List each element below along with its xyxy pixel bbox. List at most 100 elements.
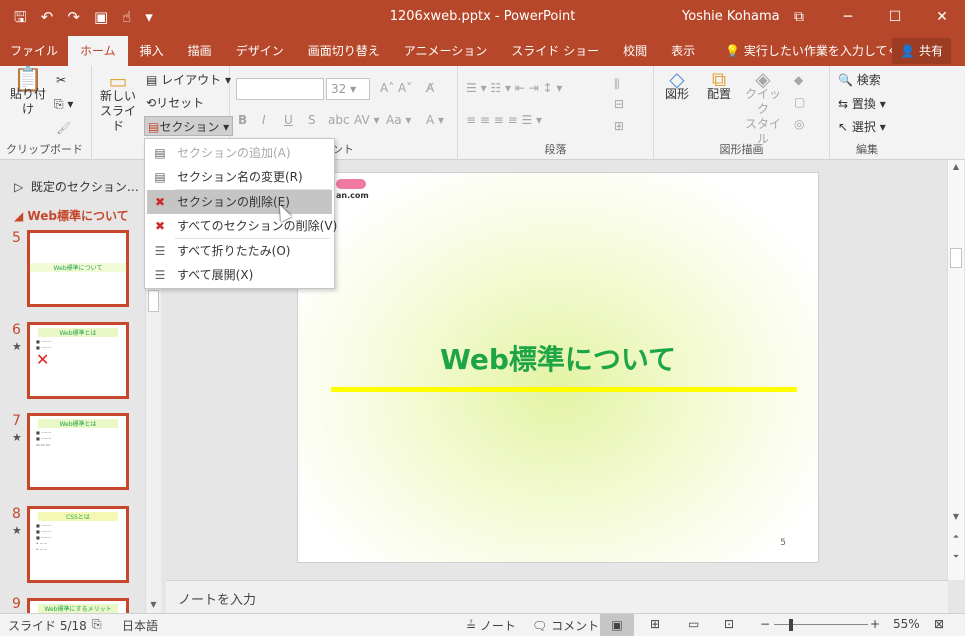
tab-design[interactable]: デザイン	[224, 36, 296, 66]
menu-item-remove-section[interactable]: ✖ セクションの削除(E)	[147, 190, 332, 214]
tab-slideshow[interactable]: スライド ショー	[499, 36, 611, 66]
slide-thumbnail-6[interactable]: Web標準とは ■ ········ ■ ········ ✕	[27, 322, 129, 399]
arrange-button[interactable]: ⧉ 配置	[702, 69, 736, 102]
clear-format-icon[interactable]: A̸	[426, 78, 434, 98]
smartart-icon[interactable]: ⊞	[614, 116, 624, 136]
prev-slide-icon[interactable]: ⏶	[948, 532, 964, 542]
scroll-up-icon[interactable]: ▲	[948, 162, 964, 171]
notes-pane[interactable]: ノートを入力	[166, 580, 948, 613]
spellcheck-icon[interactable]: ⎘	[92, 617, 102, 632]
scroll-thumb[interactable]	[148, 290, 159, 312]
title-bar: 🖫 ↶ ↷ ▣ ☝ ▾ 1206xweb.pptx - PowerPoint Y…	[0, 0, 965, 34]
menu-item-expand-all[interactable]: ☰ すべて展開(X)	[147, 263, 332, 287]
slideshow-icon[interactable]: ⊡	[724, 617, 734, 631]
align-text-icon[interactable]: ⊟	[614, 94, 624, 114]
cut-icon[interactable]: ✂	[56, 70, 66, 90]
slide-title[interactable]: Web標準について	[298, 338, 818, 378]
underline-button[interactable]: U	[284, 110, 293, 130]
next-slide-icon[interactable]: ⏷	[948, 552, 964, 562]
save-icon[interactable]: 🖫	[14, 9, 27, 25]
comments-toggle[interactable]: 🗨 コメント	[532, 617, 599, 634]
menu-item-rename-section[interactable]: ▤ セクション名の変更(R)	[147, 165, 332, 189]
fit-slide-icon[interactable]: ⊠	[934, 617, 944, 631]
quick-styles-button[interactable]: ◈ クイック スタイル	[740, 69, 786, 147]
reading-view-icon[interactable]: ▭	[688, 617, 699, 631]
scroll-down-icon[interactable]: ▼	[948, 512, 964, 521]
tab-animations[interactable]: アニメーション	[392, 36, 500, 66]
customize-icon[interactable]: ▾	[145, 9, 153, 25]
font-name-field[interactable]	[236, 78, 324, 100]
replace-button[interactable]: ⇆ 置換 ▾	[838, 94, 886, 114]
close-button[interactable]: ✕	[919, 0, 965, 34]
bullets-icon[interactable]: ☰ ▾ ☷ ▾ ⇤ ⇥ ↕ ▾	[466, 78, 562, 98]
shape-fill-icon[interactable]: ◆	[794, 70, 803, 90]
language-indicator[interactable]: 日本語	[122, 617, 158, 634]
case-button[interactable]: Aa ▾	[386, 110, 411, 130]
menu-item-label: セクションの追加(A)	[177, 146, 291, 160]
zoom-out-icon[interactable]: −	[760, 617, 770, 631]
reset-icon: ⟲	[146, 96, 157, 110]
expanded-arrow-icon: ◢	[14, 209, 24, 223]
slide-thumbnail-7[interactable]: Web標準とは ■ ········ ■ ········ ▭ ▭ ▭	[27, 413, 129, 490]
strike-button[interactable]: abc	[328, 110, 350, 130]
copy-icon[interactable]: ⎘ ▾	[54, 94, 73, 114]
shadow-button[interactable]: S	[308, 110, 316, 130]
scroll-down-icon[interactable]: ▼	[146, 600, 161, 609]
font-color-button[interactable]: A ▾	[426, 110, 444, 130]
redo-icon[interactable]: ↷	[67, 9, 80, 25]
menu-item-collapse-all[interactable]: ☰ すべて折りたたみ(O)	[147, 239, 332, 263]
section-header-web[interactable]: ◢ Web標準について	[14, 207, 129, 224]
tab-home[interactable]: ホーム	[68, 36, 128, 66]
slide-sorter-icon[interactable]: ⊞	[650, 617, 660, 631]
share-button[interactable]: 👤 共有	[892, 38, 951, 64]
touch-icon[interactable]: ☝	[122, 9, 131, 25]
reset-button[interactable]: ⟲リセット	[146, 93, 204, 113]
text-direction-icon[interactable]: ⫼	[614, 74, 620, 94]
undo-icon[interactable]: ↶	[41, 9, 54, 25]
shapes-button[interactable]: ◇ 図形	[660, 69, 694, 102]
section-header-default[interactable]: ▷ 既定のセクション…	[14, 178, 139, 195]
slide-thumbnail-9[interactable]: Web標準にするメリット	[27, 598, 129, 613]
menu-item-add-section[interactable]: ▤ セクションの追加(A)	[147, 141, 332, 165]
tab-view[interactable]: 表示	[659, 36, 707, 66]
spacing-button[interactable]: AV ▾	[354, 110, 380, 130]
tab-file[interactable]: ファイル	[0, 36, 68, 66]
current-slide[interactable]: an.com Web標準について 5	[297, 172, 819, 563]
font-size-field[interactable]: 32 ▾	[326, 78, 370, 100]
normal-view-icon[interactable]: ▣	[600, 614, 634, 636]
zoom-in-icon[interactable]: +	[870, 617, 880, 631]
menu-item-remove-all-sections[interactable]: ✖ すべてのセクションの削除(V)	[147, 214, 337, 238]
select-button[interactable]: ↖ 選択 ▾	[838, 117, 886, 137]
find-button[interactable]: 🔍 検索	[838, 70, 881, 90]
scroll-thumb[interactable]	[950, 248, 962, 268]
slide-thumbnail-5[interactable]: Web標準について	[27, 230, 129, 307]
minimize-button[interactable]: ─	[825, 0, 871, 34]
editor-scrollbar[interactable]: ▲ ▼ ⏶ ⏷	[947, 160, 964, 580]
thumb-title: Web標準について	[30, 263, 126, 272]
maximize-button[interactable]: ☐	[872, 0, 918, 34]
tab-draw[interactable]: 描画	[176, 36, 224, 66]
italic-button[interactable]: I	[262, 110, 266, 130]
shape-effects-icon[interactable]: ◎	[794, 114, 804, 134]
present-icon[interactable]: ▣	[94, 9, 108, 25]
user-name[interactable]: Yoshie Kohama	[682, 0, 780, 34]
tab-insert[interactable]: 挿入	[128, 36, 176, 66]
zoom-slider-thumb[interactable]	[789, 619, 793, 631]
format-painter-icon[interactable]: 🖌	[56, 118, 71, 138]
slide-thumbnail-8[interactable]: CSSとは ■ ········ ■ ········ ■ ········ • ··…	[27, 506, 129, 583]
align-icons[interactable]: ≡ ≡ ≡ ≡ ☰ ▾	[466, 110, 542, 130]
tab-transitions[interactable]: 画面切り替え	[296, 36, 392, 66]
layout-button[interactable]: ▤ レイアウト ▾	[146, 70, 231, 90]
paste-button[interactable]: 📋 貼り付け	[6, 67, 50, 117]
grow-font-icon[interactable]: A˄ A˅	[380, 78, 412, 98]
bold-button[interactable]: B	[238, 110, 247, 130]
new-slide-button[interactable]: ▭ 新しい スライド	[96, 71, 140, 134]
shape-outline-icon[interactable]: ▢	[794, 92, 805, 112]
section-button[interactable]: ▤セクション ▾	[144, 116, 234, 136]
ribbon-display-options-button[interactable]: ⧉	[776, 0, 822, 34]
ribbon-tabs: ファイル ホーム 挿入 描画 デザイン 画面切り替え アニメーション スライド …	[0, 34, 965, 66]
add-section-icon: ▤	[154, 146, 166, 160]
notes-toggle[interactable]: ≟ ノート	[466, 617, 516, 634]
tab-review[interactable]: 校閲	[611, 36, 659, 66]
zoom-level[interactable]: 55%	[893, 617, 920, 631]
